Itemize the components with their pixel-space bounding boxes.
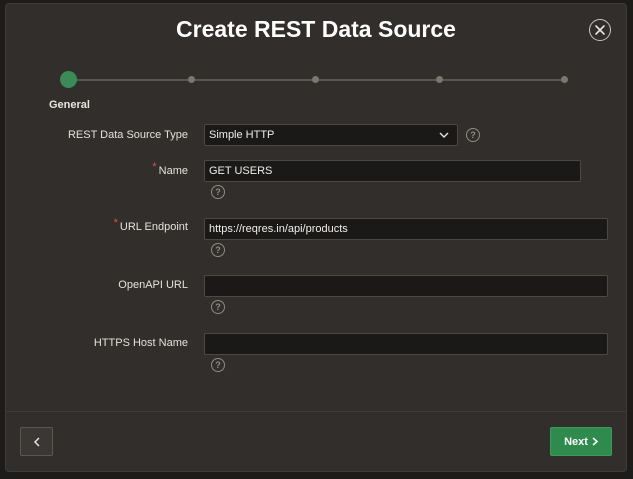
- help-icon[interactable]: ?: [211, 300, 225, 314]
- next-button[interactable]: Next: [550, 427, 612, 456]
- close-icon: [595, 25, 605, 35]
- name-input[interactable]: GET USERS: [204, 160, 581, 182]
- name-input-value: GET USERS: [209, 165, 273, 177]
- wizard-step-label: General: [49, 99, 90, 111]
- openapi-url-label: OpenAPI URL: [118, 279, 188, 291]
- type-label-text: REST Data Source Type: [67, 129, 188, 141]
- https-host-label-text: HTTPS Host Name: [93, 337, 188, 349]
- footer-divider: [6, 411, 626, 412]
- url-endpoint-label: * URL Endpoint: [114, 217, 188, 233]
- wizard-step-4: [436, 76, 443, 83]
- help-icon[interactable]: ?: [211, 185, 225, 199]
- url-endpoint-input[interactable]: https://reqres.in/api/products: [204, 218, 608, 240]
- dialog-title: Create REST Data Source: [176, 16, 456, 42]
- type-label: REST Data Source Type: [68, 129, 188, 141]
- create-rest-data-source-dialog: Create REST Data Source General REST Dat…: [5, 3, 627, 472]
- openapi-url-input[interactable]: [204, 275, 608, 297]
- back-button[interactable]: [20, 427, 53, 456]
- type-select-value: Simple HTTP: [209, 129, 275, 141]
- name-label-text: Name: [158, 165, 188, 177]
- chevron-down-icon: [439, 132, 449, 138]
- url-endpoint-label-text: URL Endpoint: [119, 221, 188, 233]
- close-button[interactable]: [589, 19, 611, 41]
- next-button-label: Next: [564, 435, 588, 448]
- url-endpoint-input-value: https://reqres.in/api/products: [209, 223, 348, 235]
- rest-data-source-type-select[interactable]: Simple HTTP: [204, 124, 458, 146]
- openapi-url-label-text: OpenAPI URL: [118, 279, 188, 291]
- https-host-label: HTTPS Host Name: [94, 337, 188, 349]
- required-indicator: *: [152, 161, 157, 173]
- wizard-step-1-active: [60, 71, 77, 88]
- https-host-input[interactable]: [204, 333, 608, 355]
- required-indicator: *: [113, 217, 118, 229]
- help-icon[interactable]: ?: [211, 243, 225, 257]
- help-icon[interactable]: ?: [466, 128, 480, 142]
- chevron-left-icon: [33, 436, 40, 447]
- help-icon[interactable]: ?: [211, 358, 225, 372]
- chevron-right-icon: [592, 437, 598, 446]
- wizard-step-5: [561, 76, 568, 83]
- name-label: * Name: [152, 161, 188, 177]
- wizard-step-2: [188, 76, 195, 83]
- wizard-step-3: [312, 76, 319, 83]
